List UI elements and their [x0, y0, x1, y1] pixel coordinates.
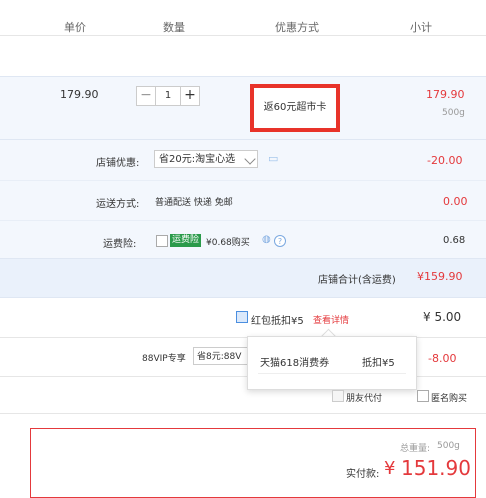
col-header-promo: 优惠方式	[275, 21, 319, 34]
unit-price: 179.90	[60, 88, 99, 101]
message-icon[interactable]: ◍	[262, 234, 271, 245]
quantity-input[interactable]: 1	[156, 86, 180, 106]
shop-discount-label: 店铺优惠:	[96, 158, 140, 169]
friend-pay-label: 朋友代付	[346, 394, 383, 404]
pay-currency: ¥	[384, 458, 396, 479]
promo-label: 返60元超市卡	[250, 84, 340, 132]
vip-label: 88VIP专享	[142, 354, 186, 364]
shop-discount-select-value: 省20元:淘宝心选	[159, 154, 236, 165]
shipping-method: 普通配送 快递 免邮	[155, 198, 233, 208]
popup-coupon-deduct: 抵扣¥5	[362, 358, 395, 369]
divider	[0, 413, 486, 414]
quantity-stepper: − 1 +	[136, 86, 200, 106]
cart-header: 单价 数量 优惠方式 小计	[0, 0, 486, 36]
shipping-price: 0.00	[443, 195, 468, 208]
anonymous-checkbox[interactable]	[417, 390, 429, 402]
shop-discount-value: -20.00	[427, 154, 463, 167]
item-weight: 500g	[442, 108, 465, 118]
insurance-buy-text: ¥0.68购买	[206, 238, 250, 248]
insurance-tag: 运费险	[170, 234, 202, 247]
pay-label: 实付款:	[346, 469, 380, 480]
insurance-label: 运费险:	[103, 239, 137, 250]
total-weight-label: 总重量:	[400, 444, 431, 454]
vip-select[interactable]: 省8元:88V	[193, 347, 253, 365]
shop-total-label: 店铺合计(含运费)	[318, 275, 396, 286]
shop-total-band	[0, 258, 486, 298]
pay-amount: 151.90	[401, 456, 471, 480]
increase-button[interactable]: +	[180, 86, 200, 106]
insurance-checkbox[interactable]	[156, 235, 168, 247]
col-header-price: 单价	[64, 21, 86, 34]
redpacket-label: 红包抵扣¥5	[251, 316, 304, 327]
anonymous-label: 匿名购买	[431, 394, 468, 404]
divider	[258, 373, 406, 374]
help-icon[interactable]: ?	[274, 235, 286, 247]
decrease-button[interactable]: −	[136, 86, 156, 106]
shipping-label: 运送方式:	[96, 199, 140, 210]
redpacket-details-link[interactable]: 查看详情	[313, 313, 349, 326]
divider	[0, 180, 486, 181]
col-header-subtotal: 小计	[410, 21, 432, 34]
popup-coupon-name: 天猫618消费券	[260, 358, 330, 369]
coupon-popup: 天猫618消费券 抵扣¥5	[247, 336, 417, 390]
message-icon[interactable]: ▭	[268, 152, 278, 165]
friend-pay-checkbox[interactable]	[332, 390, 344, 402]
vip-select-value: 省8元:88V	[197, 352, 242, 362]
item-subtotal: 179.90	[426, 88, 465, 101]
cart-item-row	[0, 76, 486, 140]
redpacket-value: ¥ 5.00	[423, 310, 462, 324]
shop-discount-select[interactable]: 省20元:淘宝心选	[154, 150, 258, 168]
insurance-price: 0.68	[443, 235, 466, 246]
chevron-down-icon	[244, 153, 256, 165]
col-header-quantity: 数量	[163, 21, 185, 34]
total-weight-value: 500g	[437, 441, 460, 451]
shop-total-value: ¥159.90	[417, 270, 463, 283]
redpacket-checkbox[interactable]	[236, 311, 248, 323]
divider	[0, 220, 486, 221]
vip-value: -8.00	[428, 352, 457, 365]
